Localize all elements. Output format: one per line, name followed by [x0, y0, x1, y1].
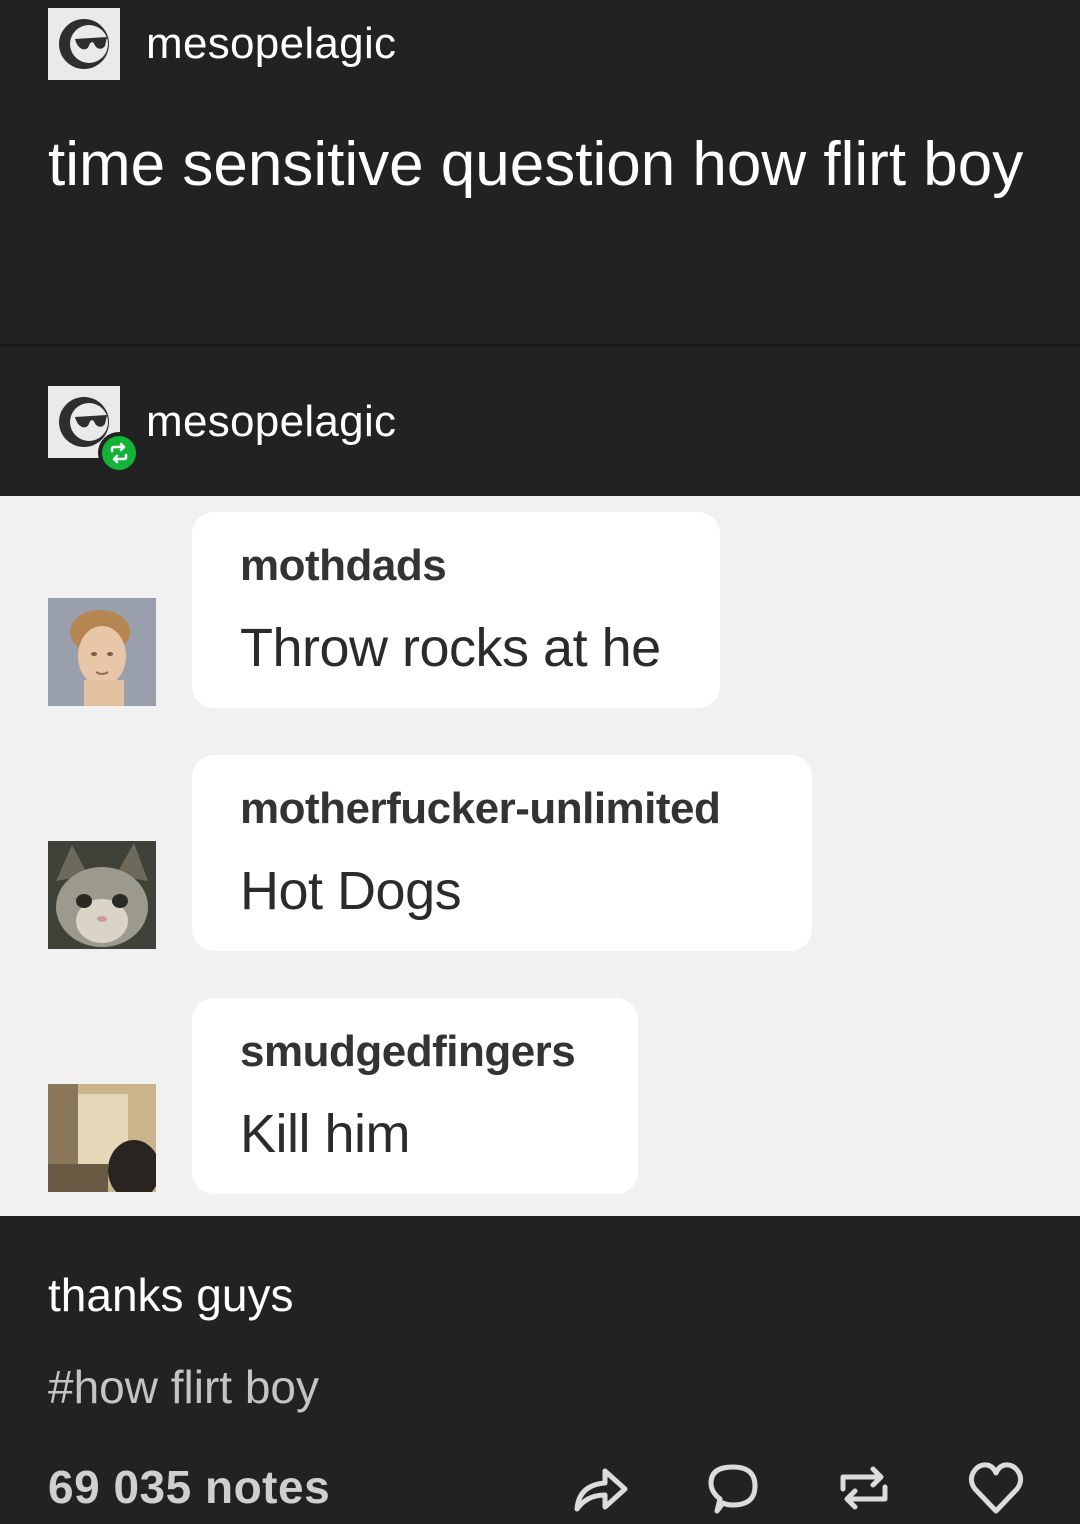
asker-avatar — [48, 841, 156, 949]
post-tag[interactable]: #how flirt boy — [48, 1360, 319, 1414]
reply-button[interactable] — [702, 1458, 762, 1518]
ask-item: mothdads Throw rocks at he — [0, 512, 1080, 708]
reblog-caption: thanks guys — [48, 1269, 294, 1321]
blog-name[interactable]: mesopelagic — [146, 397, 396, 447]
asker-name: smudgedfingers — [240, 1027, 576, 1076]
reblog-arrows-icon — [110, 442, 128, 464]
share-button[interactable] — [570, 1458, 630, 1518]
original-post: mesopelagic time sensitive question how … — [0, 0, 1080, 344]
ask-text: Hot Dogs — [240, 861, 462, 921]
ask-bubble: smudgedfingers Kill him — [192, 998, 638, 1194]
ask-text: Throw rocks at he — [240, 618, 661, 678]
reblog-section: mesopelagic — [0, 346, 1080, 496]
post-header: mesopelagic — [48, 8, 396, 80]
blog-avatar[interactable] — [48, 386, 140, 474]
blog-avatar[interactable] — [48, 8, 120, 80]
ask-item: motherfucker-unlimited Hot Dogs — [0, 755, 1080, 951]
share-icon — [574, 1468, 628, 1512]
reblog-button[interactable] — [834, 1458, 894, 1518]
statue-bust-avatar — [48, 598, 156, 706]
post-text: time sensitive question how flirt boy — [48, 130, 1024, 199]
reply-icon — [708, 1464, 758, 1514]
ask-item: smudgedfingers Kill him — [0, 998, 1080, 1194]
asker-name: motherfucker-unlimited — [240, 784, 721, 833]
room-photo-avatar — [48, 1084, 156, 1192]
ask-bubble: mothdads Throw rocks at he — [192, 512, 720, 708]
ask-text: Kill him — [240, 1104, 411, 1164]
crying-cat-avatar — [48, 841, 156, 949]
sunglasses-face-icon — [59, 19, 109, 69]
reblog-badge — [98, 432, 140, 474]
like-button[interactable] — [966, 1458, 1026, 1518]
reblog-icon — [840, 1466, 888, 1510]
blog-name[interactable]: mesopelagic — [146, 19, 396, 69]
notes-count[interactable]: 69 035 notes — [48, 1460, 330, 1514]
asks-screenshot: mothdads Throw rocks at he motherfucker-… — [0, 496, 1080, 1216]
asker-avatar — [48, 1084, 156, 1192]
heart-icon — [968, 1462, 1024, 1514]
reblog-header: mesopelagic — [48, 386, 396, 474]
asker-name: mothdads — [240, 541, 447, 590]
asker-avatar — [48, 598, 156, 706]
ask-bubble: motherfucker-unlimited Hot Dogs — [192, 755, 812, 951]
